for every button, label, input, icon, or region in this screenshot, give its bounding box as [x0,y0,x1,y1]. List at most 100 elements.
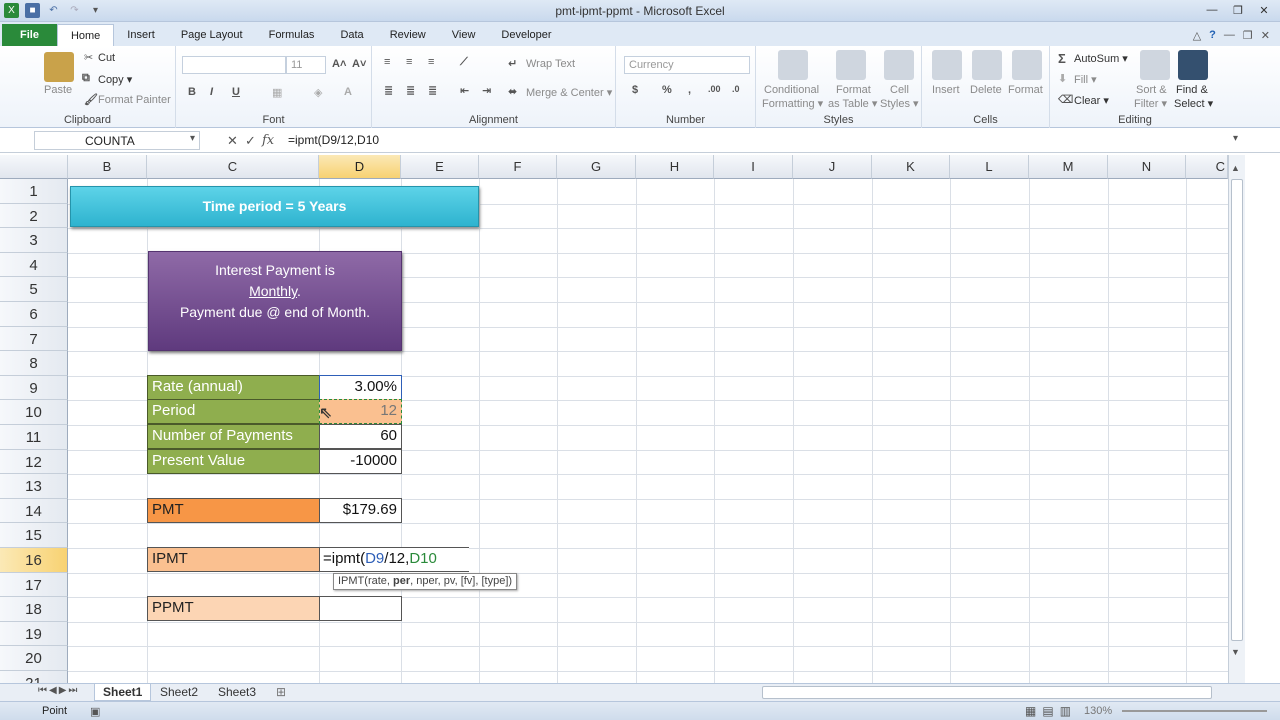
row-header[interactable]: 14 [0,498,68,524]
autosum-button[interactable]: AutoSum ▾ [1074,52,1128,65]
tab-page-layout[interactable]: Page Layout [168,24,256,46]
font-color-icon[interactable]: A [344,86,352,98]
shrink-font-icon[interactable]: A˅ [352,58,366,70]
present-value-label[interactable]: Present Value [147,449,320,474]
scroll-down-icon[interactable]: ▼ [1231,647,1240,657]
zoom-slider[interactable] [1122,710,1267,712]
number-format-combo[interactable]: Currency [624,56,750,74]
minimize-icon[interactable]: — [1200,2,1224,18]
rate-label[interactable]: Rate (annual) [147,375,320,400]
sort-filter-button[interactable]: Sort & [1136,84,1167,96]
pmt-label[interactable]: PMT [147,498,320,523]
row-header[interactable]: 8 [0,351,68,376]
row-header[interactable]: 9 [0,375,68,401]
restore-icon[interactable]: ❐ [1226,2,1250,18]
wrap-text-button[interactable]: Wrap Text [526,58,575,70]
tab-insert[interactable]: Insert [114,24,168,46]
column-header-f[interactable]: F [479,155,557,179]
row-header[interactable]: 15 [0,523,68,548]
row-header[interactable]: 19 [0,621,68,647]
insert-function-icon[interactable]: fx [262,133,274,148]
column-header-m[interactable]: M [1029,155,1108,179]
row-header[interactable]: 16 [0,548,68,573]
page-layout-view-icon[interactable]: ▤ [1042,704,1053,718]
column-header-partial[interactable]: C [1186,155,1228,179]
percent-icon[interactable]: % [662,84,672,96]
ppmt-value[interactable] [319,596,402,621]
grow-font-icon[interactable]: A˄ [332,58,346,70]
insert-cells-button[interactable]: Insert [932,84,960,96]
number-of-payments-value[interactable]: 60 [319,424,402,449]
tab-view[interactable]: View [439,24,489,46]
number-of-payments-label[interactable]: Number of Payments [147,424,320,449]
row-header[interactable]: 6 [0,302,68,327]
increase-indent-icon[interactable]: ⇥ [482,84,491,97]
borders-icon[interactable]: ▦ [272,86,282,99]
workbook-close-icon[interactable]: ✕ [1261,29,1270,42]
tab-home[interactable]: Home [56,24,115,46]
column-header-l[interactable]: L [950,155,1029,179]
column-header-n[interactable]: N [1108,155,1186,179]
row-header[interactable]: 17 [0,572,68,598]
sheet-tab-sheet2[interactable]: Sheet2 [152,684,206,701]
row-header[interactable]: 13 [0,474,68,499]
enter-entry-icon[interactable]: ✓ [245,133,256,149]
orientation-icon[interactable]: ⟋ [460,56,468,69]
column-header-j[interactable]: J [793,155,872,179]
worksheet-grid[interactable]: B C D E F G H I J K L M N C 1 2 3 4 5 6 7 8 9 10 1… [0,155,1280,685]
cut-button[interactable]: Cut [98,52,115,64]
copy-button[interactable]: Copy ▾ [98,73,132,86]
expand-formula-icon[interactable]: ▾ [1233,133,1238,144]
column-header-c[interactable]: C [147,155,319,179]
close-icon[interactable]: ✕ [1252,2,1276,18]
font-name-combo[interactable] [182,56,286,74]
underline-icon[interactable]: U [232,86,240,98]
delete-cells-button[interactable]: Delete [970,84,1002,96]
align-left-icon[interactable]: ≣ [384,84,393,97]
help-icon[interactable]: ? [1209,29,1216,41]
center-icon[interactable]: ≣ [406,84,415,97]
row-header[interactable]: 1 [0,179,68,204]
bottom-align-icon[interactable]: ≡ [428,56,434,68]
vertical-scroll-thumb[interactable] [1231,179,1243,641]
column-header-k[interactable]: K [872,155,950,179]
row-header[interactable]: 12 [0,449,68,475]
decrease-indent-icon[interactable]: ⇤ [460,84,469,97]
present-value-value[interactable]: -10000 [319,449,402,474]
zoom-level[interactable]: 130% [1084,705,1112,717]
conditional-formatting-button[interactable]: Conditional [764,84,819,96]
row-header[interactable]: 18 [0,597,68,622]
sheet-tab-sheet1[interactable]: Sheet1 [94,684,152,701]
row-header[interactable]: 4 [0,252,68,278]
column-header-g[interactable]: G [557,155,636,179]
column-header-h[interactable]: H [636,155,714,179]
row-header[interactable]: 20 [0,646,68,671]
bold-icon[interactable]: B [188,86,196,98]
format-cells-button[interactable]: Format [1008,84,1043,96]
column-header-i[interactable]: I [714,155,793,179]
row-header[interactable]: 3 [0,228,68,253]
row-header[interactable]: 11 [0,425,68,450]
fill-color-icon[interactable]: ◈ [314,86,322,99]
sheet-nav-arrows-icon[interactable]: ⏮◀▶⏭ [38,685,79,696]
decrease-decimal-icon[interactable]: .0 [732,84,740,94]
macro-record-icon[interactable]: ▣ [90,705,100,718]
ppmt-label[interactable]: PPMT [147,596,320,621]
tab-review[interactable]: Review [377,24,439,46]
paste-icon[interactable] [44,52,74,82]
column-header-d[interactable]: D [319,155,401,179]
sheet-tab-sheet3[interactable]: Sheet3 [210,684,264,701]
workbook-minimize-icon[interactable]: — [1224,29,1235,41]
time-period-banner[interactable]: Time period = 5 Years [70,186,479,227]
fill-button[interactable]: Fill ▾ [1074,73,1097,86]
row-header[interactable]: 5 [0,277,68,302]
font-size-combo[interactable]: 11 [286,56,326,74]
interest-note-box[interactable]: Interest Payment is Monthly. Payment due… [148,251,402,351]
tab-developer[interactable]: Developer [488,24,564,46]
italic-icon[interactable]: I [210,86,213,98]
page-break-view-icon[interactable]: ▥ [1060,704,1071,718]
clear-button[interactable]: Clear ▾ [1074,94,1109,107]
vertical-scrollbar[interactable]: ▲ ▼ [1228,155,1245,685]
pmt-value[interactable]: $179.69 [319,498,402,523]
name-box-dropdown-icon[interactable]: ▾ [190,133,195,144]
